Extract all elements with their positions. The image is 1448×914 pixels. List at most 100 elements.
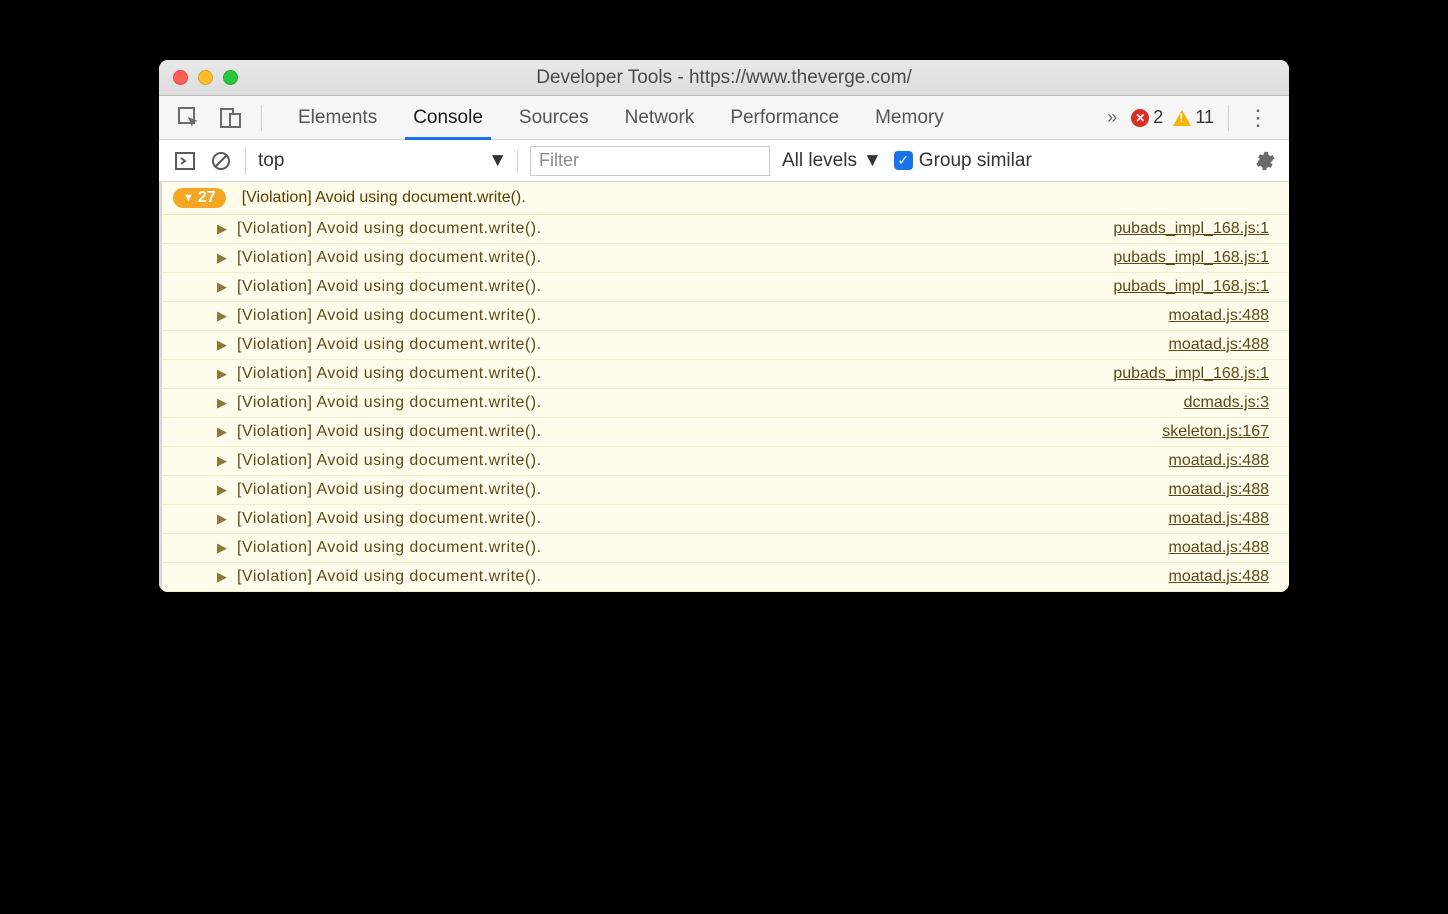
expand-message-button[interactable]: ▶ bbox=[217, 337, 227, 353]
message-text: [Violation] Avoid using document.write()… bbox=[237, 481, 1168, 499]
console-message: ▶ [Violation] Avoid using document.write(… bbox=[159, 534, 1289, 563]
message-text: [Violation] Avoid using document.write()… bbox=[237, 452, 1168, 470]
device-toolbar-icon[interactable] bbox=[219, 106, 243, 130]
console-message: ▶ [Violation] Avoid using document.write(… bbox=[159, 302, 1289, 331]
zoom-window-button[interactable] bbox=[223, 70, 238, 85]
message-text: [Violation] Avoid using document.write()… bbox=[237, 568, 1168, 586]
expand-message-button[interactable]: ▶ bbox=[217, 453, 227, 469]
console-message: ▶ [Violation] Avoid using document.write(… bbox=[159, 476, 1289, 505]
close-window-button[interactable] bbox=[173, 70, 188, 85]
message-source-link[interactable]: pubads_impl_168.js:1 bbox=[1113, 220, 1275, 238]
message-text: [Violation] Avoid using document.write()… bbox=[237, 510, 1168, 528]
warning-icon bbox=[1173, 110, 1191, 126]
group-similar-label: Group similar bbox=[919, 150, 1032, 172]
expand-message-button[interactable]: ▶ bbox=[217, 308, 227, 324]
chevron-down-icon: ▼ bbox=[488, 150, 507, 172]
message-text: [Violation] Avoid using document.write()… bbox=[237, 336, 1168, 354]
message-source-link[interactable]: moatad.js:488 bbox=[1168, 307, 1275, 325]
group-count: 27 bbox=[198, 189, 216, 207]
console-message: ▶ [Violation] Avoid using document.write(… bbox=[159, 244, 1289, 273]
expand-message-button[interactable]: ▶ bbox=[217, 424, 227, 440]
message-text: [Violation] Avoid using document.write()… bbox=[237, 365, 1113, 383]
log-levels-label: All levels bbox=[782, 150, 857, 172]
main-menu-button[interactable]: ⋮ bbox=[1243, 105, 1273, 131]
console-message: ▶ [Violation] Avoid using document.write(… bbox=[159, 447, 1289, 476]
expand-message-button[interactable]: ▶ bbox=[217, 511, 227, 527]
tab-elements[interactable]: Elements bbox=[280, 96, 395, 139]
error-icon: ✕ bbox=[1131, 109, 1149, 127]
tab-performance[interactable]: Performance bbox=[712, 96, 857, 139]
chevron-down-icon: ▼ bbox=[863, 150, 882, 172]
console-message: ▶ [Violation] Avoid using document.write(… bbox=[159, 215, 1289, 244]
warning-count: 11 bbox=[1195, 107, 1214, 128]
message-text: [Violation] Avoid using document.write()… bbox=[237, 278, 1113, 296]
group-count-badge: ▼ 27 bbox=[173, 188, 226, 208]
error-count-badge[interactable]: ✕ 2 bbox=[1131, 107, 1163, 128]
expand-message-button[interactable]: ▶ bbox=[217, 221, 227, 237]
tab-console[interactable]: Console bbox=[395, 96, 501, 139]
more-tabs-button[interactable]: » bbox=[1107, 107, 1117, 128]
message-source-link[interactable]: moatad.js:488 bbox=[1168, 481, 1275, 499]
message-source-link[interactable]: pubads_impl_168.js:1 bbox=[1113, 249, 1275, 267]
message-source-link[interactable]: pubads_impl_168.js:1 bbox=[1113, 278, 1275, 296]
message-text: [Violation] Avoid using document.write()… bbox=[237, 307, 1168, 325]
message-source-link[interactable]: skeleton.js:167 bbox=[1162, 423, 1275, 441]
expand-message-button[interactable]: ▶ bbox=[217, 540, 227, 556]
message-source-link[interactable]: moatad.js:488 bbox=[1168, 539, 1275, 557]
message-source-link[interactable]: dcmads.js:3 bbox=[1184, 394, 1275, 412]
panel-tabs: ElementsConsoleSourcesNetworkPerformance… bbox=[280, 96, 1091, 139]
console-messages: ▼ 27 [Violation] Avoid using document.wr… bbox=[159, 182, 1289, 592]
window-title: Developer Tools - https://www.theverge.c… bbox=[159, 67, 1289, 89]
console-message: ▶ [Violation] Avoid using document.write(… bbox=[159, 331, 1289, 360]
warning-count-badge[interactable]: 11 bbox=[1173, 107, 1214, 128]
titlebar: Developer Tools - https://www.theverge.c… bbox=[159, 60, 1289, 96]
tab-network[interactable]: Network bbox=[607, 96, 713, 139]
toggle-console-sidebar-button[interactable] bbox=[173, 149, 197, 173]
message-text: [Violation] Avoid using document.write()… bbox=[237, 220, 1113, 238]
expand-message-button[interactable]: ▶ bbox=[217, 395, 227, 411]
group-similar-toggle[interactable]: ✓ Group similar bbox=[894, 150, 1032, 172]
tab-sources[interactable]: Sources bbox=[501, 96, 607, 139]
message-text: [Violation] Avoid using document.write()… bbox=[237, 539, 1168, 557]
message-source-link[interactable]: moatad.js:488 bbox=[1168, 452, 1275, 470]
execution-context-selector[interactable]: top ▼ bbox=[258, 150, 518, 172]
checkbox-checked-icon: ✓ bbox=[894, 151, 913, 170]
expand-message-button[interactable]: ▶ bbox=[217, 366, 227, 382]
execution-context-value: top bbox=[258, 150, 284, 172]
error-count: 2 bbox=[1153, 107, 1163, 128]
console-message: ▶ [Violation] Avoid using document.write(… bbox=[159, 505, 1289, 534]
expand-message-button[interactable]: ▶ bbox=[217, 482, 227, 498]
message-source-link[interactable]: pubads_impl_168.js:1 bbox=[1113, 365, 1275, 383]
separator bbox=[1228, 105, 1229, 131]
group-header-text: [Violation] Avoid using document.write()… bbox=[242, 189, 526, 207]
chevron-down-icon: ▼ bbox=[183, 192, 194, 204]
gutter bbox=[159, 182, 162, 592]
filter-input[interactable] bbox=[530, 146, 770, 176]
tab-memory[interactable]: Memory bbox=[857, 96, 962, 139]
console-toolbar: top ▼ All levels ▼ ✓ Group similar bbox=[159, 140, 1289, 182]
message-text: [Violation] Avoid using document.write()… bbox=[237, 249, 1113, 267]
message-source-link[interactable]: moatad.js:488 bbox=[1168, 568, 1275, 586]
separator bbox=[261, 105, 262, 131]
minimize-window-button[interactable] bbox=[198, 70, 213, 85]
clear-console-button[interactable] bbox=[209, 149, 233, 173]
inspect-element-icon[interactable] bbox=[177, 106, 201, 130]
expand-message-button[interactable]: ▶ bbox=[217, 279, 227, 295]
message-text: [Violation] Avoid using document.write()… bbox=[237, 394, 1184, 412]
console-message: ▶ [Violation] Avoid using document.write(… bbox=[159, 389, 1289, 418]
message-text: [Violation] Avoid using document.write()… bbox=[237, 423, 1162, 441]
message-source-link[interactable]: moatad.js:488 bbox=[1168, 336, 1275, 354]
console-message: ▶ [Violation] Avoid using document.write(… bbox=[159, 418, 1289, 447]
expand-message-button[interactable]: ▶ bbox=[217, 569, 227, 585]
expand-message-button[interactable]: ▶ bbox=[217, 250, 227, 266]
separator bbox=[245, 148, 246, 174]
console-message: ▶ [Violation] Avoid using document.write(… bbox=[159, 273, 1289, 302]
traffic-lights bbox=[159, 70, 238, 85]
status-badges: ✕ 2 11 bbox=[1131, 107, 1214, 128]
panel-tabbar: ElementsConsoleSourcesNetworkPerformance… bbox=[159, 96, 1289, 140]
console-settings-button[interactable] bbox=[1253, 150, 1275, 172]
console-message: ▶ [Violation] Avoid using document.write(… bbox=[159, 360, 1289, 389]
message-source-link[interactable]: moatad.js:488 bbox=[1168, 510, 1275, 528]
message-group-header[interactable]: ▼ 27 [Violation] Avoid using document.wr… bbox=[159, 182, 1289, 215]
log-levels-selector[interactable]: All levels ▼ bbox=[782, 150, 882, 172]
